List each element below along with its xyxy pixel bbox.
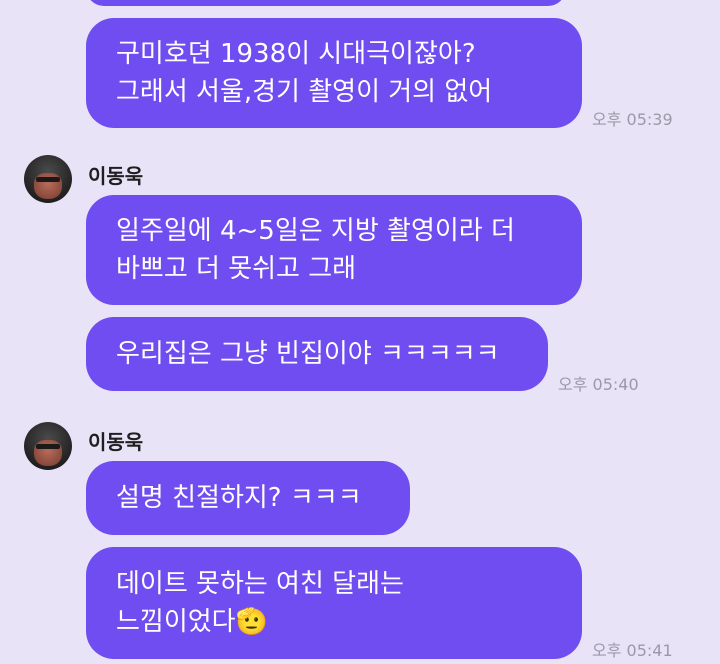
sender-avatar[interactable]	[24, 155, 72, 203]
message-bubble-partial[interactable]	[86, 0, 566, 6]
message-bubble[interactable]: 일주일에 4~5일은 지방 촬영이라 더 바쁘고 더 못쉬고 그래	[86, 195, 582, 305]
message-timestamp: 오후 05:41	[592, 641, 673, 660]
message-bubble[interactable]: 우리집은 그냥 빈집이야 ㅋㅋㅋㅋㅋ	[86, 317, 548, 391]
message-bubble[interactable]: 설명 친절하지? ㅋㅋㅋ	[86, 461, 410, 535]
sender-avatar[interactable]	[24, 422, 72, 470]
message-timestamp: 오후 05:39	[592, 110, 673, 129]
message-bubble[interactable]: 구미호뎐 1938이 시대극이잖아? 그래서 서울,경기 촬영이 거의 없어	[86, 18, 582, 128]
message-bubble[interactable]: 데이트 못하는 여친 달래는 느낌이었다🫡	[86, 547, 582, 659]
sender-name: 이동욱	[88, 430, 144, 454]
avatar-glasses	[36, 177, 60, 182]
sender-name: 이동욱	[88, 164, 144, 188]
avatar-glasses	[36, 444, 60, 449]
message-timestamp: 오후 05:40	[558, 375, 639, 394]
